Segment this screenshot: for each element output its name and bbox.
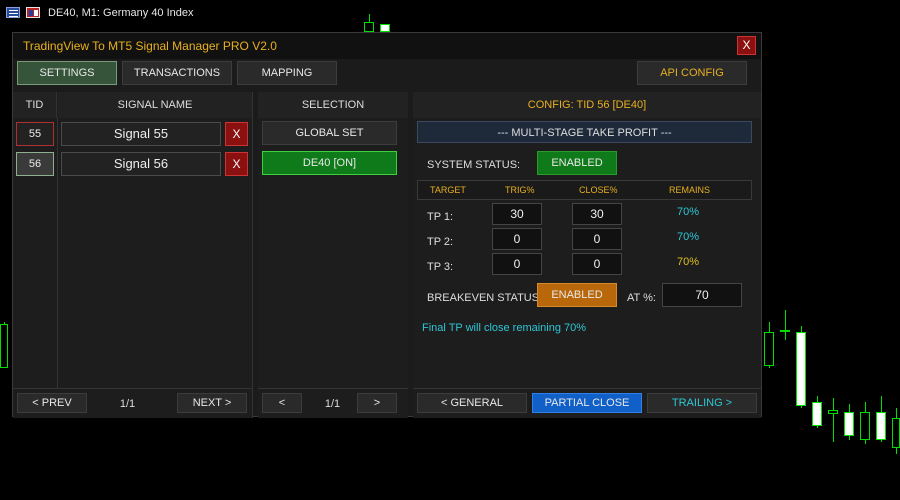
tp2-label: TP 2:: [427, 236, 454, 248]
chart-menu-icon[interactable]: [6, 7, 20, 18]
tid-column-divider: [57, 118, 58, 388]
tid-column-header: TID: [13, 92, 57, 118]
candle: [780, 330, 790, 332]
tp1-remains: 70%: [677, 206, 700, 218]
tp-table-header: TARGET TRIG% CLOSE% REMAINS: [417, 180, 752, 200]
signals-panel: TID SIGNAL NAME 55 Signal 55 X 56 Signal…: [13, 92, 253, 418]
tp3-label: TP 3:: [427, 261, 454, 273]
tp3-trig-input[interactable]: 0: [492, 253, 542, 275]
signal-name-55[interactable]: Signal 55: [61, 122, 221, 146]
selection-page-indicator: 1/1: [324, 398, 341, 410]
candle: [892, 418, 900, 448]
target-column-header: TARGET: [430, 185, 466, 195]
tp1-close-input[interactable]: 30: [572, 203, 622, 225]
system-status-toggle[interactable]: ENABLED: [537, 151, 617, 175]
candle: [364, 22, 374, 32]
global-set-button[interactable]: GLOBAL SET: [262, 121, 397, 145]
system-status-label: SYSTEM STATUS:: [427, 159, 521, 171]
signals-footer-divider: [13, 388, 252, 389]
signal-name-column-header: SIGNAL NAME: [58, 92, 252, 118]
chart-title: DE40, M1: Germany 40 Index: [48, 7, 194, 19]
tp2-trig-input[interactable]: 0: [492, 228, 542, 250]
remains-column-header: REMAINS: [669, 185, 711, 195]
tab-transactions[interactable]: TRANSACTIONS: [122, 61, 232, 85]
candle: [876, 412, 886, 440]
delete-signal-55-button[interactable]: X: [225, 122, 248, 146]
breakeven-at-input[interactable]: 70: [662, 283, 742, 307]
multi-stage-tp-section-title: --- MULTI-STAGE TAKE PROFIT ---: [417, 121, 752, 143]
signal-tid-55[interactable]: 55: [16, 122, 54, 146]
signals-next-button[interactable]: NEXT >: [177, 393, 247, 413]
close-column-header: CLOSE%: [579, 185, 618, 195]
api-config-button[interactable]: API CONFIG: [637, 61, 747, 85]
window-title: TradingView To MT5 Signal Manager PRO V2…: [23, 39, 277, 53]
final-tp-note: Final TP will close remaining 70%: [422, 322, 587, 334]
partial-close-nav-button[interactable]: PARTIAL CLOSE: [532, 393, 642, 413]
signal-manager-window: TradingView To MT5 Signal Manager PRO V2…: [12, 32, 762, 418]
candle: [860, 412, 870, 440]
tp2-remains: 70%: [677, 231, 700, 243]
general-nav-button[interactable]: < GENERAL: [417, 393, 527, 413]
tp1-label: TP 1:: [427, 211, 454, 223]
delete-signal-56-button[interactable]: X: [225, 152, 248, 176]
tp3-remains: 70%: [677, 256, 700, 268]
selection-footer-divider: [258, 388, 408, 389]
trailing-nav-button[interactable]: TRAILING >: [647, 393, 757, 413]
signal-tid-56[interactable]: 56: [16, 152, 54, 176]
breakeven-at-label: AT %:: [627, 292, 656, 304]
candle-wick: [833, 398, 834, 442]
candle: [812, 402, 822, 426]
config-header: CONFIG: TID 56 [DE40]: [413, 92, 761, 118]
signal-name-56[interactable]: Signal 56: [61, 152, 221, 176]
selection-header: SELECTION: [258, 92, 408, 118]
title-bar[interactable]: TradingView To MT5 Signal Manager PRO V2…: [13, 33, 761, 59]
symbol-flag-icon[interactable]: [26, 7, 40, 18]
close-window-button[interactable]: X: [737, 36, 756, 55]
config-footer-divider: [413, 388, 761, 389]
candle: [828, 410, 838, 414]
candle: [0, 324, 8, 368]
selection-next-button[interactable]: >: [357, 393, 397, 413]
candle: [380, 24, 390, 32]
tp2-close-input[interactable]: 0: [572, 228, 622, 250]
breakeven-status-toggle[interactable]: ENABLED: [537, 283, 617, 307]
tab-settings[interactable]: SETTINGS: [17, 61, 117, 85]
tp3-close-input[interactable]: 0: [572, 253, 622, 275]
tab-mapping[interactable]: MAPPING: [237, 61, 337, 85]
selection-panel: SELECTION GLOBAL SET DE40 [ON] < 1/1 >: [258, 92, 408, 418]
config-panel: CONFIG: TID 56 [DE40] --- MULTI-STAGE TA…: [413, 92, 761, 418]
selection-item-de40[interactable]: DE40 [ON]: [262, 151, 397, 175]
signals-page-indicator: 1/1: [119, 398, 136, 410]
signals-prev-button[interactable]: < PREV: [17, 393, 87, 413]
candle-wick: [785, 310, 786, 340]
candle: [844, 412, 854, 436]
candle: [764, 332, 774, 366]
trig-column-header: TRIG%: [505, 185, 535, 195]
selection-prev-button[interactable]: <: [262, 393, 302, 413]
tp1-trig-input[interactable]: 30: [492, 203, 542, 225]
breakeven-status-label: BREAKEVEN STATUS:: [427, 292, 543, 304]
candle: [796, 332, 806, 406]
